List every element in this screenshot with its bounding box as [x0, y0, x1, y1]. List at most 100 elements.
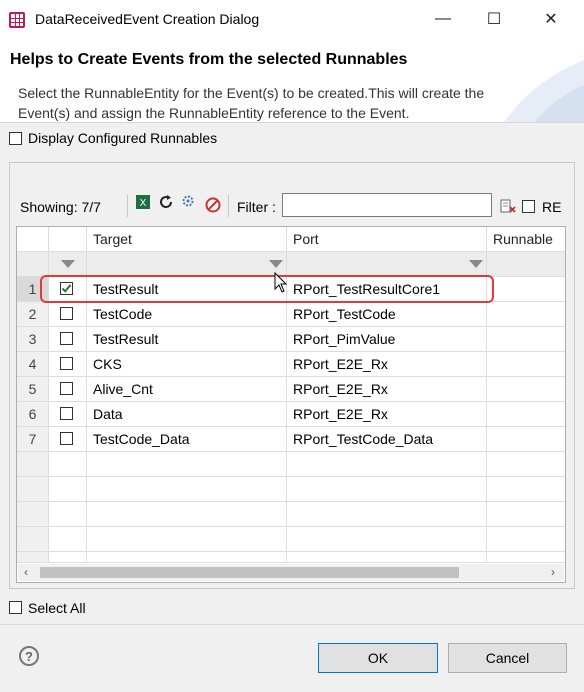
- refresh-icon[interactable]: [158, 194, 174, 210]
- cell-port[interactable]: RPort_PimValue: [287, 327, 487, 352]
- empty-cell: [487, 552, 565, 563]
- filter-cell-target[interactable]: [87, 252, 287, 277]
- cell-target[interactable]: TestCode: [87, 302, 287, 327]
- scroll-left-icon[interactable]: ‹: [24, 564, 28, 581]
- ok-button[interactable]: OK: [318, 643, 438, 673]
- scroll-right-icon[interactable]: ›: [551, 564, 555, 581]
- display-configured-checkbox[interactable]: [9, 132, 22, 145]
- row-number-text: 3: [28, 331, 37, 347]
- empty-cell: [49, 452, 87, 477]
- empty-cell: [287, 527, 487, 552]
- cell-target[interactable]: Data: [87, 402, 287, 427]
- row-checkbox-cell[interactable]: [49, 427, 87, 452]
- regex-label: RE: [542, 199, 562, 215]
- clear-filter-icon[interactable]: [205, 197, 221, 213]
- filter-cell-port[interactable]: [287, 252, 487, 277]
- row-checkbox[interactable]: [60, 357, 73, 370]
- header-description: Select the RunnableEntity for the Event(…: [18, 85, 485, 121]
- help-icon[interactable]: ?: [19, 646, 39, 666]
- column-header-target[interactable]: Target: [87, 227, 287, 252]
- empty-cell: [287, 502, 487, 527]
- row-number: 7: [17, 427, 49, 452]
- cell-target-text: TestCode: [93, 306, 153, 322]
- empty-cell: [287, 477, 487, 502]
- column-header-runnable[interactable]: Runnable: [487, 227, 565, 252]
- row-checkbox-cell[interactable]: [49, 302, 87, 327]
- row-checkbox[interactable]: [60, 307, 73, 320]
- regex-checkbox[interactable]: [522, 200, 535, 213]
- row-number: 4: [17, 352, 49, 377]
- showing-count: Showing: 7/7: [20, 199, 101, 215]
- cell-target-text: Alive_Cnt: [93, 381, 153, 397]
- empty-cell: [487, 452, 565, 477]
- empty-cell: [49, 552, 87, 563]
- empty-cell: [17, 477, 49, 502]
- empty-cell: [17, 452, 49, 477]
- scrollbar-thumb[interactable]: [40, 567, 459, 578]
- cell-port[interactable]: RPort_E2E_Rx: [287, 352, 487, 377]
- funnel-icon: [61, 260, 75, 268]
- cell-target[interactable]: TestCode_Data: [87, 427, 287, 452]
- row-number-text: 4: [28, 356, 37, 372]
- row-checkbox-cell[interactable]: [49, 327, 87, 352]
- cell-runnable[interactable]: [487, 352, 565, 377]
- row-checkbox[interactable]: [60, 332, 73, 345]
- column-header-port[interactable]: Port: [287, 227, 487, 252]
- app-icon: [9, 12, 25, 28]
- filter-input[interactable]: [282, 193, 492, 217]
- empty-cell: [49, 502, 87, 527]
- empty-cell: [487, 502, 565, 527]
- cell-port[interactable]: RPort_TestCode: [287, 302, 487, 327]
- row-number: 5: [17, 377, 49, 402]
- row-checkbox[interactable]: [60, 407, 73, 420]
- maximize-button[interactable]: ☐: [471, 0, 517, 38]
- cell-port[interactable]: RPort_E2E_Rx: [287, 377, 487, 402]
- select-all-checkbox[interactable]: [9, 601, 22, 614]
- row-number-text: 7: [28, 431, 37, 447]
- filter-label: Filter :: [237, 199, 276, 215]
- settings-icon[interactable]: [181, 194, 195, 208]
- cell-runnable[interactable]: [487, 427, 565, 452]
- empty-cell: [17, 552, 49, 563]
- header-checkbox-column[interactable]: [49, 227, 87, 252]
- close-button[interactable]: ✕: [528, 0, 574, 38]
- cell-port-text: RPort_E2E_Rx: [293, 381, 388, 397]
- cell-runnable[interactable]: [487, 327, 565, 352]
- cell-runnable[interactable]: [487, 277, 565, 302]
- row-number-text: 6: [28, 406, 37, 422]
- row-number-text: 5: [28, 381, 37, 397]
- row-checkbox-cell[interactable]: [49, 402, 87, 427]
- horizontal-scrollbar[interactable]: ‹ ›: [18, 564, 564, 581]
- toolbar-separator: [127, 195, 128, 217]
- empty-cell: [49, 477, 87, 502]
- selected-row-highlight: [40, 275, 494, 303]
- filter-cell-runnable[interactable]: [487, 252, 565, 277]
- cell-port-text: RPort_PimValue: [293, 331, 396, 347]
- filter-cell-check[interactable]: [49, 252, 87, 277]
- row-number: 6: [17, 402, 49, 427]
- cell-target-text: TestResult: [93, 331, 159, 347]
- cell-runnable[interactable]: [487, 302, 565, 327]
- cancel-button[interactable]: Cancel: [448, 643, 567, 673]
- row-checkbox[interactable]: [60, 432, 73, 445]
- clear-filter-text-icon[interactable]: [500, 199, 516, 213]
- cell-target[interactable]: CKS: [87, 352, 287, 377]
- row-checkbox-cell[interactable]: [49, 352, 87, 377]
- row-checkbox[interactable]: [60, 382, 73, 395]
- cell-port[interactable]: RPort_E2E_Rx: [287, 402, 487, 427]
- cell-port-text: RPort_E2E_Rx: [293, 406, 388, 422]
- row-number: 3: [17, 327, 49, 352]
- cell-runnable[interactable]: [487, 377, 565, 402]
- cell-port[interactable]: RPort_TestCode_Data: [287, 427, 487, 452]
- minimize-button[interactable]: —: [420, 0, 466, 38]
- excel-export-icon[interactable]: X: [135, 194, 151, 210]
- toolbar-separator: [228, 195, 229, 217]
- row-checkbox-cell[interactable]: [49, 377, 87, 402]
- cell-runnable[interactable]: [487, 402, 565, 427]
- row-number-text: 1: [28, 281, 37, 297]
- funnel-icon: [469, 260, 483, 268]
- cell-target[interactable]: TestResult: [87, 327, 287, 352]
- svg-text:X: X: [140, 198, 147, 209]
- cell-target[interactable]: Alive_Cnt: [87, 377, 287, 402]
- cell-port-text: RPort_TestCode_Data: [293, 431, 434, 447]
